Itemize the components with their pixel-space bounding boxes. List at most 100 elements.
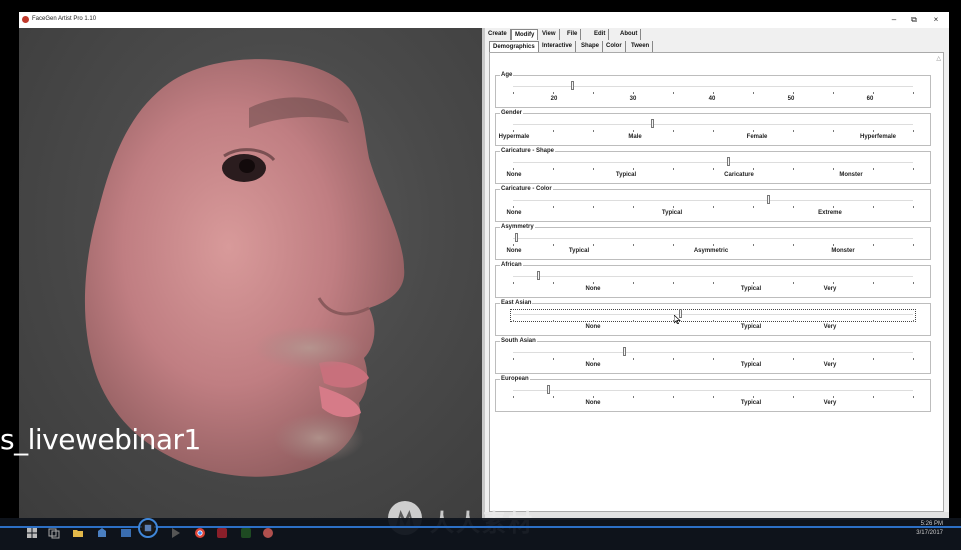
slider-tick-mark — [513, 358, 514, 360]
slider-tick-mark — [513, 320, 514, 322]
slider-thumb[interactable] — [767, 195, 770, 204]
slider-tick-mark — [833, 320, 834, 322]
slider-thumb[interactable] — [515, 233, 518, 242]
windows-start-icon[interactable] — [26, 527, 38, 539]
slider-tick-mark — [913, 206, 914, 208]
slider-track[interactable] — [513, 238, 913, 239]
tab-tween[interactable]: Tween — [628, 41, 654, 52]
store-icon[interactable] — [96, 527, 108, 539]
slider-tick-mark — [633, 320, 634, 322]
scroll-up-arrow-icon[interactable]: △ — [936, 55, 941, 62]
tab-view[interactable]: View — [539, 29, 560, 40]
slider-tick-mark — [753, 320, 754, 322]
green-app-icon[interactable] — [240, 527, 252, 539]
tick-label: Monster — [839, 172, 863, 178]
media-icon[interactable] — [170, 527, 182, 539]
tab-modify[interactable]: Modify — [511, 29, 539, 40]
file-explorer-icon[interactable] — [72, 527, 84, 539]
tick-label: Very — [823, 362, 837, 368]
slider-tick-mark — [913, 358, 914, 360]
tick-label: Female — [746, 134, 768, 140]
slider-thumb[interactable] — [537, 271, 540, 280]
slider-tick-mark — [713, 244, 714, 246]
slider-tick-mark — [673, 282, 674, 284]
tick-label: None — [585, 400, 601, 406]
slider-tick-mark — [873, 92, 874, 94]
tick-label: 30 — [629, 96, 637, 102]
tick-label: 40 — [708, 96, 716, 102]
slider-tick-mark — [793, 168, 794, 170]
screen: FaceGen Artist Pro 1.10 – ⧉ × Create Mod… — [0, 0, 961, 550]
slider-tick-mark — [673, 244, 674, 246]
slider-tick-mark — [633, 206, 634, 208]
slider-tick-mark — [713, 396, 714, 398]
slider-title: European — [500, 376, 530, 383]
slider-title: African — [500, 262, 523, 269]
tab-color[interactable]: Color — [603, 41, 626, 52]
tab-interactive[interactable]: Interactive — [539, 41, 577, 52]
tick-label: None — [506, 172, 522, 178]
tab-create[interactable]: Create — [485, 29, 511, 40]
webinar-caption: s_livewebinar1 — [0, 423, 201, 456]
slider-track[interactable] — [513, 276, 913, 277]
slider-tick-mark — [713, 358, 714, 360]
slider-tick-mark — [513, 92, 514, 94]
slider-tick-mark — [553, 244, 554, 246]
tab-about[interactable]: About — [617, 29, 642, 40]
maximize-button[interactable]: ⧉ — [905, 14, 923, 26]
mouse-cursor-icon — [674, 315, 681, 324]
slider-tick-mark — [553, 206, 554, 208]
slider-track[interactable] — [513, 162, 913, 163]
slider-group-age: Age 20 30 40 50 60 — [495, 72, 931, 108]
app-icon[interactable] — [120, 527, 132, 539]
slider-tick-mark — [593, 206, 594, 208]
slider-tick-mark — [873, 206, 874, 208]
system-clock[interactable]: 5:26 PM 3/17/2017 — [916, 520, 943, 538]
tab-demographics[interactable]: Demographics — [489, 41, 539, 52]
slider-tick-mark — [553, 168, 554, 170]
slider-tick-mark — [913, 282, 914, 284]
slider-tick-mark — [793, 282, 794, 284]
task-view-icon[interactable] — [48, 527, 60, 539]
tab-edit[interactable]: Edit — [591, 29, 610, 40]
slider-tick-mark — [593, 282, 594, 284]
slider-thumb[interactable] — [623, 347, 626, 356]
title-bar: FaceGen Artist Pro 1.10 – ⧉ × — [19, 12, 949, 28]
tab-file[interactable]: File — [564, 29, 582, 40]
slider-tick-mark — [633, 244, 634, 246]
tab-shape[interactable]: Shape — [578, 41, 604, 52]
slider-tick-mark — [873, 358, 874, 360]
face-app-icon[interactable] — [262, 527, 274, 539]
slider-title: Asymmetry — [500, 224, 535, 231]
red-app-icon[interactable] — [216, 527, 228, 539]
demographics-content: △ Age 20 30 40 50 60 Gender Hypermale Ma… — [489, 52, 944, 512]
slider-thumb[interactable] — [727, 157, 730, 166]
slider-track[interactable] — [513, 124, 913, 125]
slider-tick-mark — [593, 244, 594, 246]
slider-track[interactable] — [513, 352, 913, 353]
window-title: FaceGen Artist Pro 1.10 — [32, 16, 97, 22]
slider-tick-mark — [753, 92, 754, 94]
slider-tick-mark — [593, 396, 594, 398]
slider-title: South Asian — [500, 338, 537, 345]
close-button[interactable]: × — [927, 14, 945, 26]
slider-tick-mark — [593, 92, 594, 94]
slider-group-east-asian: East Asian None Typical Very — [495, 300, 931, 336]
slider-tick-mark — [553, 396, 554, 398]
facegen-icon[interactable] — [138, 518, 158, 538]
slider-track[interactable] — [513, 390, 913, 391]
chrome-icon[interactable] — [194, 527, 206, 539]
minimize-button[interactable]: – — [885, 14, 903, 26]
slider-thumb[interactable] — [547, 385, 550, 394]
slider-tick-mark — [833, 206, 834, 208]
slider-thumb[interactable] — [571, 81, 574, 90]
slider-tick-mark — [833, 244, 834, 246]
slider-tick-mark — [553, 282, 554, 284]
tick-label: Monster — [831, 248, 855, 254]
tick-label: Very — [823, 400, 837, 406]
slider-tick-mark — [793, 320, 794, 322]
tick-label: None — [585, 324, 601, 330]
slider-thumb[interactable] — [651, 119, 654, 128]
slider-track[interactable] — [513, 200, 913, 201]
slider-track[interactable] — [513, 314, 913, 315]
